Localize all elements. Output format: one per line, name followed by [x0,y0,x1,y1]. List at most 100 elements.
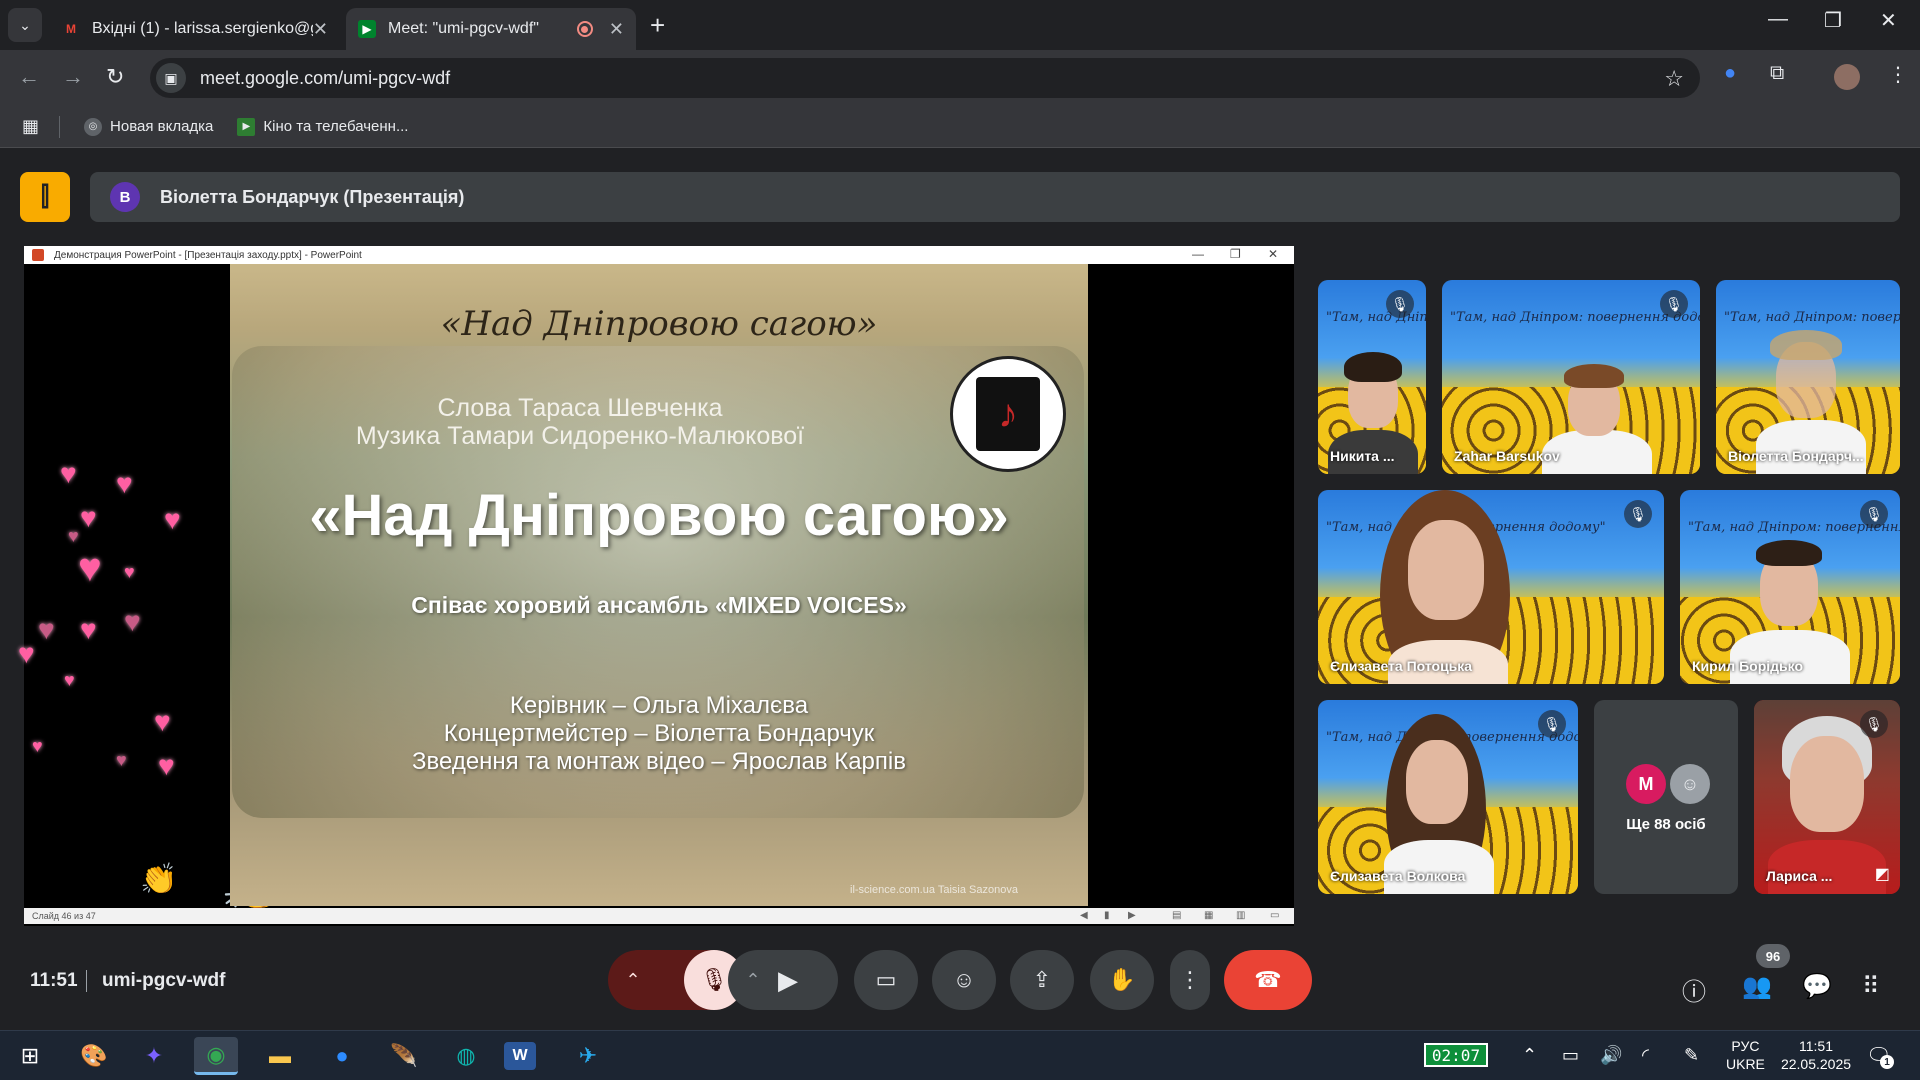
tab-meet[interactable]: ▶ Meet: "umi-pgcv-wdf" ✕ [346,8,636,50]
shared-screen[interactable]: Демонстрация PowerPoint - [Презентація з… [18,246,1294,926]
app-telegram-icon[interactable]: ✈ [566,1037,610,1075]
emoji-icon: ☺ [952,967,976,992]
system-clock[interactable]: 11:51 22.05.2025 [1776,1037,1856,1073]
close-tab-icon[interactable]: ✕ [609,19,624,40]
app-zoom-icon[interactable]: ● [320,1037,364,1075]
close-window-icon[interactable]: ✕ [1880,8,1897,33]
notification-center-icon[interactable]: 🗨 1 [1866,1043,1894,1069]
minimize-icon[interactable]: — [1768,8,1788,31]
volume-icon[interactable]: 🔊 [1600,1045,1622,1066]
bookmark-star-icon[interactable]: ☆ [1664,66,1684,92]
input-language[interactable]: РУС UKRE [1726,1037,1765,1073]
notification-count: 1 [1880,1055,1894,1069]
menu-kebab-icon[interactable]: ⋮ [1888,62,1908,87]
bookmark-kino[interactable]: ▶ Кіно та телебаченн... [237,117,409,136]
battery-icon[interactable]: ▭ [1562,1045,1579,1066]
present-button[interactable]: ⇪ [1010,950,1074,1010]
mic-options-icon[interactable]: ⌃ [608,970,658,991]
heart-reaction-icon: ♥ [116,468,133,499]
activities-grid-icon[interactable]: ⠿ [1862,972,1880,1001]
camera-options-icon[interactable]: ⌃ [728,970,778,991]
bookmark-label: Кіно та телебаченн... [263,118,409,135]
heart-reaction-icon: ♥ [124,606,141,637]
site-camera-icon[interactable]: ▣ [156,63,186,93]
more-participants-tile[interactable]: M ☺ Ще 88 осіб [1594,700,1738,894]
present-screen-icon: ⇪ [1032,967,1052,992]
participant-tile[interactable]: "Там, над Дніпром: повернення додому" 🎙 … [1318,700,1578,894]
windows-start-icon[interactable]: ⊞ [8,1037,52,1075]
app-edge-icon[interactable]: ◍ [444,1037,488,1075]
avatar: ☺ [1670,764,1710,804]
tray-chevron-icon[interactable]: ⌃ [1522,1045,1537,1066]
ppt-notes-icon: ▮ [1104,910,1110,921]
meet-icon: ▶ [358,20,376,38]
participant-name: Єлизавета Потоцька [1330,658,1473,674]
participant-name: Віолетта Бондарч... [1728,448,1864,464]
reactions-button[interactable]: ☺ [932,950,996,1010]
profile-avatar[interactable] [1834,64,1860,90]
slide-credit-3: Зведення та монтаж відео – Ярослав Карпі… [412,748,906,775]
slide-words-credit: Слова Тараса Шевченка [437,394,723,422]
bookmark-new-tab[interactable]: ◎ Новая вкладка [84,117,213,136]
close-tab-icon[interactable]: ✕ [313,19,328,40]
pen-icon[interactable]: ✎ [1684,1045,1699,1066]
participant-name: Єлизавета Волкова [1330,868,1466,884]
app-word-icon[interactable]: W [504,1042,536,1070]
bookmarks-bar: ▦ ◎ Новая вкладка ▶ Кіно та телебаченн..… [0,106,1920,148]
clap-reaction-icon: 👏 [140,863,178,896]
lang-code: РУС [1731,1038,1760,1054]
participant-tile[interactable]: "Там, над Дніпром: повернення додому" 🎙 … [1442,280,1700,474]
lyre-icon: ♪ [976,377,1040,451]
restore-icon[interactable]: ❐ [1824,8,1842,33]
participant-name: Лариса ... [1766,868,1833,884]
slide-ensemble: Співає хоровий ансамбль «MIXED VOICES» [411,592,907,618]
captions-button[interactable]: ▭ [854,950,918,1010]
participant-tile[interactable]: "Там, над Дніпром: повернення додому" 🎙 … [1318,280,1426,474]
new-tab-button[interactable]: + [650,10,665,41]
leave-call-button[interactable]: ☎ [1224,950,1312,1010]
extension-dot-icon[interactable]: ● [1724,62,1736,85]
heart-reaction-icon: ♥ [38,614,55,645]
recording-icon [576,21,593,37]
tab-search-button[interactable]: ⌄ [8,8,42,42]
back-icon[interactable]: ← [18,64,40,90]
participant-tile[interactable]: "Там, над Дніпром: повернення додому" Ві… [1716,280,1900,474]
system-time: 11:51 [1799,1038,1833,1054]
meeting-clock: 11:51 [30,970,78,991]
people-icon[interactable]: 👥 [1742,972,1772,1001]
file-explorer-icon[interactable]: ▬ [258,1037,302,1075]
heart-reaction-icon: ♥ [78,546,102,590]
participant-tile[interactable]: "Там, над Дніпром: повернення додому" 🎙 … [1318,490,1664,684]
network-icon[interactable]: ◜ [1642,1045,1649,1066]
app-paint-icon[interactable]: 🎨 [72,1037,116,1075]
raise-hand-button[interactable]: ✋ [1090,950,1154,1010]
heart-reaction-icon: ♥ [116,750,127,770]
tab-gmail[interactable]: M Вхідні (1) - larissa.sergienko@g ✕ [50,8,340,50]
url-text[interactable]: meet.google.com/umi-pgcv-wdf [200,68,450,89]
bookmark-favicon: ▶ [237,117,256,136]
timer-widget[interactable]: 02:07 [1424,1043,1488,1067]
participant-tile[interactable]: "Там, над Дніпром: повернення додому" 🎙 … [1680,490,1900,684]
app-copilot-icon[interactable]: ✦ [132,1037,176,1075]
heart-reaction-icon: ♥ [60,458,77,489]
camera-toggle-button[interactable]: ▶ [778,965,798,996]
meeting-details-icon[interactable]: ⓘ [1682,972,1706,1007]
ppt-next-icon: ▶ [1128,910,1136,921]
slide-decorative-title: «Над Дніпровою сагою» [440,304,878,344]
apps-grid-icon[interactable]: ▦ [22,116,39,137]
reload-icon[interactable]: ↻ [106,64,124,90]
more-options-button[interactable]: ⋮ [1170,950,1210,1010]
ppt-minimize-icon: — [1192,247,1204,261]
chat-icon[interactable]: 💬 [1802,972,1832,1001]
omnibox[interactable]: ▣ meet.google.com/umi-pgcv-wdf ☆ [150,58,1700,98]
app-chrome-icon[interactable]: ◉ [194,1037,238,1075]
hand-icon: ✋ [1108,967,1136,992]
participant-tile[interactable]: 🎙 Лариса ... ◩ [1754,700,1900,894]
picture-in-picture-icon[interactable]: ◩ [1875,864,1890,884]
captions-icon: ▭ [875,967,897,992]
companion-mode-icon[interactable]: ⫿ [20,172,70,222]
keyboard-layout: UKRE [1726,1056,1765,1072]
forward-icon[interactable]: → [62,64,84,90]
extensions-icon[interactable]: ⧉ [1770,62,1784,85]
app-feather-icon[interactable]: 🪶 [382,1037,426,1075]
